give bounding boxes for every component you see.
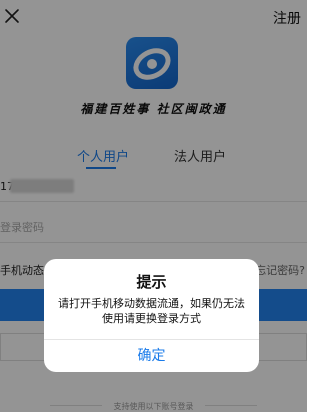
dialog-message: 请打开手机移动数据流通，如果仍无法使用请更换登录方式 <box>58 297 245 325</box>
confirm-button[interactable]: 确定 <box>44 340 259 372</box>
alert-dialog: 提示 请打开手机移动数据流通，如果仍无法使用请更换登录方式 确定 <box>44 259 259 372</box>
dialog-title: 提示 <box>136 273 167 291</box>
